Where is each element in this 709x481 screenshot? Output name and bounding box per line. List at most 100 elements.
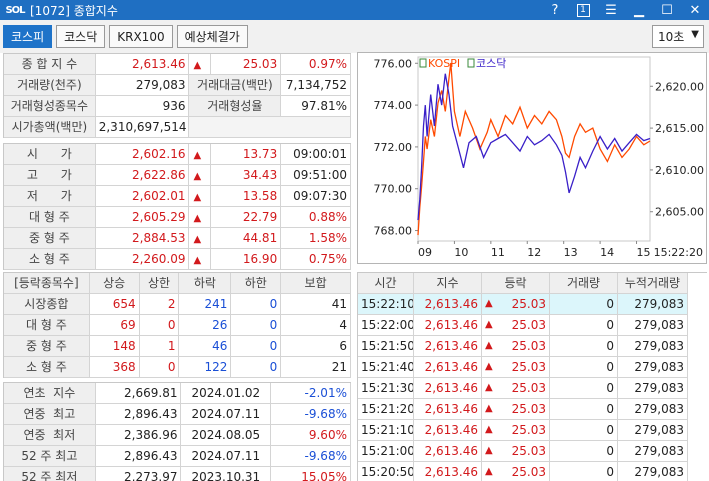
price-label: 대 형 주 bbox=[4, 207, 96, 228]
tick-change: 25.03 bbox=[511, 423, 546, 437]
tick-volume: 0 bbox=[550, 336, 618, 357]
screen-number-icon: 1 bbox=[576, 3, 590, 17]
up-arrow-icon: ▲ bbox=[485, 319, 493, 330]
maximize-button[interactable]: ☐ bbox=[653, 0, 681, 20]
legend-icon bbox=[467, 58, 475, 68]
x-tick-label: 15 bbox=[637, 246, 651, 259]
record-label: 52 주 최저 bbox=[4, 467, 96, 481]
price-extra: 1.58% bbox=[281, 228, 351, 249]
tick-time: 15:22:00 bbox=[358, 315, 414, 336]
record-rate: -9.68% bbox=[271, 404, 351, 425]
tick-time: 15:21:50 bbox=[358, 336, 414, 357]
chevron-down-icon: ▼ bbox=[691, 29, 699, 40]
record-value: 2,896.43 bbox=[95, 404, 182, 425]
x-last-label: 15:22:20 bbox=[654, 246, 703, 259]
up-arrow-icon: ▲ bbox=[485, 445, 493, 456]
legend-label: 코스닥 bbox=[476, 57, 506, 70]
tick-header: 거래량 bbox=[550, 273, 618, 294]
tick-change-cell: ▲ 25.03 bbox=[482, 462, 550, 481]
tick-change: 25.03 bbox=[511, 465, 546, 479]
index-change: 25.03 bbox=[211, 54, 282, 75]
price-extra: 09:00:01 bbox=[281, 144, 351, 165]
tick-time: 15:21:10 bbox=[358, 420, 414, 441]
breadth-row: 소 형 주 368 0 122 0 21 bbox=[4, 357, 351, 378]
tick-index: 2,613.46 bbox=[414, 294, 482, 315]
up-arrow-icon: ▲ bbox=[485, 340, 493, 351]
tick-index: 2,613.46 bbox=[414, 441, 482, 462]
price-change: 44.81 bbox=[211, 228, 282, 249]
x-tick-label: 10 bbox=[454, 246, 468, 259]
help-button[interactable]: ? bbox=[541, 0, 569, 20]
tick-change-cell: ▲ 25.03 bbox=[482, 378, 550, 399]
close-icon: ✕ bbox=[689, 2, 701, 18]
up-arrow-icon: ▲ bbox=[189, 165, 212, 186]
breadth-upper: 1 bbox=[139, 336, 180, 357]
tick-table: 시간 지수 등락 거래량 누적거래량 15:22:10 2,613.46 ▲ 25.03 0 279… bbox=[357, 272, 707, 481]
tick-change: 25.03 bbox=[511, 318, 546, 332]
price-row: 고 가 2,622.86 ▲ 34.43 09:51:00 bbox=[4, 165, 351, 186]
tick-row[interactable]: 15:22:00 2,613.46 ▲ 25.03 0 279,083 bbox=[358, 315, 707, 336]
tick-cum-volume: 279,083 bbox=[618, 399, 688, 420]
price-value: 2,884.53 bbox=[95, 228, 190, 249]
breadth-header: [등락종목수] bbox=[4, 273, 90, 294]
breadth-upper: 0 bbox=[139, 315, 180, 336]
record-date: 2024.07.11 bbox=[181, 446, 272, 467]
tick-row[interactable]: 15:21:50 2,613.46 ▲ 25.03 0 279,083 bbox=[358, 336, 707, 357]
breadth-label: 대 형 주 bbox=[4, 315, 90, 336]
minimize-button[interactable]: ▁ bbox=[625, 0, 653, 20]
breadth-up: 69 bbox=[89, 315, 140, 336]
screen-number-button[interactable]: 1 bbox=[569, 0, 597, 20]
breadth-header: 상한 bbox=[139, 273, 180, 294]
tick-change-cell: ▲ 25.03 bbox=[482, 336, 550, 357]
price-value: 2,605.29 bbox=[95, 207, 190, 228]
tick-volume: 0 bbox=[550, 462, 618, 481]
tick-row[interactable]: 15:21:00 2,613.46 ▲ 25.03 0 279,083 bbox=[358, 441, 707, 462]
tick-row[interactable]: 15:21:30 2,613.46 ▲ 25.03 0 279,083 bbox=[358, 378, 707, 399]
price-row: 시 가 2,602.16 ▲ 13.73 09:00:01 bbox=[4, 144, 351, 165]
formed-value: 936 bbox=[95, 96, 190, 117]
tick-index: 2,613.46 bbox=[414, 315, 482, 336]
tab-krx100[interactable]: KRX100 bbox=[109, 25, 173, 48]
price-change: 13.73 bbox=[211, 144, 282, 165]
close-button[interactable]: ✕ bbox=[681, 0, 709, 20]
tick-row[interactable]: 15:21:20 2,613.46 ▲ 25.03 0 279,083 bbox=[358, 399, 707, 420]
up-arrow-icon: ▲ bbox=[485, 361, 493, 372]
price-label: 저 가 bbox=[4, 186, 96, 207]
up-arrow-icon: ▲ bbox=[189, 186, 212, 207]
tick-time: 15:21:00 bbox=[358, 441, 414, 462]
tick-volume: 0 bbox=[550, 420, 618, 441]
up-arrow-icon: ▲ bbox=[485, 466, 493, 477]
tab-kosdaq[interactable]: 코스닥 bbox=[56, 25, 106, 48]
tick-cum-volume: 279,083 bbox=[618, 462, 688, 481]
breadth-lower: 0 bbox=[231, 294, 282, 315]
menu-icon: ☰ bbox=[605, 2, 617, 18]
breadth-up: 148 bbox=[89, 336, 140, 357]
maximize-icon: ☐ bbox=[661, 2, 673, 18]
record-value: 2,273.97 bbox=[96, 467, 182, 481]
tick-row[interactable]: 15:21:10 2,613.46 ▲ 25.03 0 279,083 bbox=[358, 420, 707, 441]
tick-row[interactable]: 15:20:50 2,613.46 ▲ 25.03 0 279,083 bbox=[358, 462, 707, 481]
tick-index: 2,613.46 bbox=[414, 336, 482, 357]
breadth-down: 241 bbox=[179, 294, 232, 315]
price-extra: 0.75% bbox=[281, 249, 351, 270]
breadth-lower: 0 bbox=[231, 336, 282, 357]
up-arrow-icon: ▲ bbox=[189, 228, 212, 249]
record-date: 2024.01.02 bbox=[181, 383, 272, 404]
tab-kospi[interactable]: 코스피 bbox=[3, 25, 53, 48]
record-row: 연중 최저 2,386.96 2024.08.05 9.60% bbox=[4, 425, 351, 446]
tick-change: 25.03 bbox=[511, 360, 546, 374]
tick-row[interactable]: 15:22:10 2,613.46 ▲ 25.03 0 279,083 bbox=[358, 294, 707, 315]
tick-row[interactable]: 15:21:40 2,613.46 ▲ 25.03 0 279,083 bbox=[358, 357, 707, 378]
tick-time: 15:21:20 bbox=[358, 399, 414, 420]
record-label: 연초 지수 bbox=[4, 383, 96, 404]
empty-cell bbox=[189, 117, 351, 138]
tick-cum-volume: 279,083 bbox=[618, 336, 688, 357]
menu-button[interactable]: ☰ bbox=[597, 0, 625, 20]
interval-select[interactable]: 10초 ▼ bbox=[652, 25, 704, 48]
tab-expected-price[interactable]: 예상체결가 bbox=[176, 25, 248, 48]
tick-header: 누적거래량 bbox=[618, 273, 688, 294]
breadth-up: 368 bbox=[89, 357, 140, 378]
price-change: 34.43 bbox=[211, 165, 282, 186]
breadth-table: [등락종목수] 상승 상한 하락 하한 보합 시장종합 654 2 241 0 41 대 형 주 69 0 2… bbox=[3, 272, 351, 378]
toolbar: 코스피 코스닥 KRX100 예상체결가 10초 ▼ bbox=[0, 20, 709, 53]
